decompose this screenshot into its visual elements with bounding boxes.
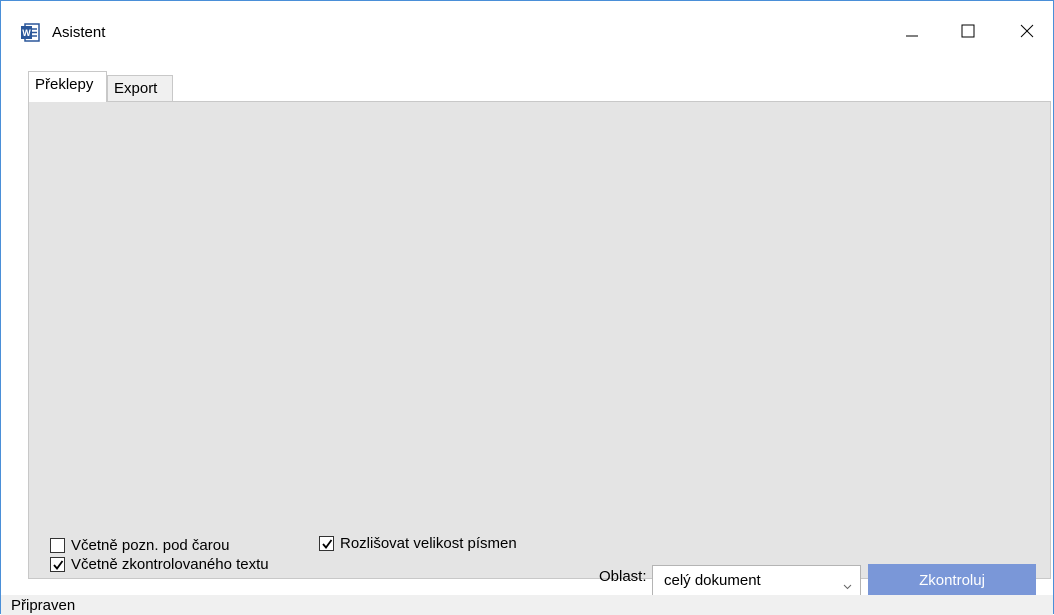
title-bar[interactable]: W Asistent [1,1,1053,63]
option-include-checked-text-label: Včetně zkontrolovaného textu [71,556,269,573]
minimize-button[interactable] [889,15,935,49]
checkmark-icon [321,538,332,549]
maximize-icon [961,24,975,41]
word-icon: W [21,23,40,42]
check-button[interactable]: Zkontroluj [868,564,1036,597]
tab-export[interactable]: Export [107,75,173,102]
option-include-checked-text[interactable]: Včetně zkontrolovaného textu [50,556,269,573]
close-icon [1020,24,1034,41]
maximize-button[interactable] [945,15,991,49]
checkbox-include-footnotes[interactable] [50,538,65,553]
checkmark-icon [52,559,63,570]
checkbox-case-sensitive[interactable] [319,536,334,551]
scope-select[interactable]: celý dokument [652,565,861,596]
scope-select-value: celý dokument [664,572,761,589]
svg-text:W: W [22,28,31,38]
option-include-footnotes[interactable]: Včetně pozn. pod čarou [50,537,229,554]
scope-label: Oblast: [599,568,647,585]
option-case-sensitive[interactable]: Rozlišovat velikost písmen [319,535,517,552]
results-panel [28,101,1051,579]
status-bar: Připraven [1,595,1053,615]
option-case-sensitive-label: Rozlišovat velikost písmen [340,535,517,552]
app-window: W Asistent Překlepy Export Včetně pozn. … [0,0,1054,615]
option-include-footnotes-label: Včetně pozn. pod čarou [71,537,230,554]
window-title: Asistent [52,24,106,41]
chevron-down-icon [843,577,852,593]
close-button[interactable] [1004,15,1050,49]
checkbox-include-checked-text[interactable] [50,557,65,572]
status-text: Připraven [11,597,76,614]
minimize-icon [905,24,919,41]
tab-preklepy[interactable]: Překlepy [28,71,107,102]
